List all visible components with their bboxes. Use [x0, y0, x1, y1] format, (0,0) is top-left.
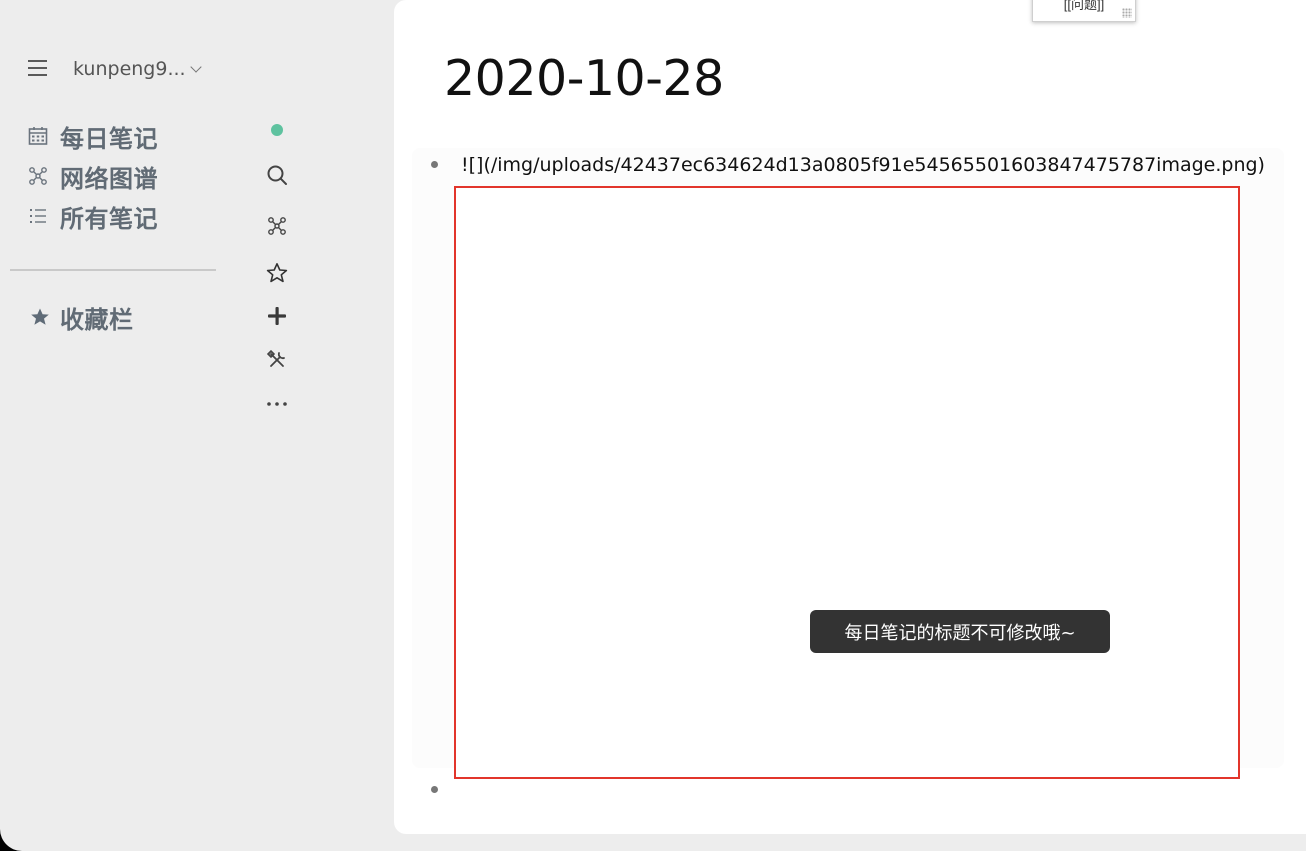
graph-icon — [268, 217, 286, 235]
sidebar-item-graph[interactable]: 网络图谱 — [26, 156, 158, 196]
graph-button[interactable] — [260, 209, 294, 243]
star-filled-icon — [28, 305, 52, 329]
sidebar-divider — [10, 269, 216, 271]
chevron-down-icon — [189, 61, 202, 73]
link-popup[interactable]: [[问题]] — [1032, 0, 1136, 22]
list-icon — [26, 204, 50, 228]
sidebar: kunpeng9... 每日笔记 网络图谱 所有笔记 收藏栏 — [0, 0, 230, 851]
editor-panel: [[问题]] 2020-10-28 ![](/img/uploads/42437… — [394, 0, 1306, 834]
sync-status-indicator[interactable] — [260, 113, 294, 147]
calendar-icon — [26, 124, 50, 148]
sidebar-item-label: 所有笔记 — [60, 204, 158, 233]
block-bullet[interactable] — [431, 161, 438, 168]
sidebar-item-favorites[interactable]: 收藏栏 — [28, 300, 134, 334]
star-outline-icon — [266, 262, 288, 283]
graph-icon — [26, 164, 50, 188]
tools-icon — [267, 350, 285, 367]
sidebar-item-all-notes[interactable]: 所有笔记 — [26, 196, 158, 236]
block-bullet[interactable] — [431, 786, 438, 793]
sidebar-item-daily-notes[interactable]: 每日笔记 — [26, 116, 158, 156]
image-placeholder[interactable] — [454, 186, 1240, 779]
more-icon — [267, 402, 287, 406]
tools-button[interactable] — [260, 343, 294, 377]
popup-text: [[问题]] — [1063, 0, 1105, 12]
app-window: kunpeng9... 每日笔记 网络图谱 所有笔记 收藏栏 [[问题]] 20… — [0, 0, 1306, 851]
search-button[interactable] — [260, 158, 294, 192]
favorites-label: 收藏栏 — [60, 305, 134, 334]
sync-status-dot — [271, 124, 283, 136]
sidebar-nav: 每日笔记 网络图谱 所有笔记 — [26, 116, 158, 236]
favorite-button[interactable] — [260, 256, 294, 290]
more-button[interactable] — [260, 387, 294, 421]
block-text[interactable]: ![](/img/uploads/42437ec634624d13a0805f9… — [461, 154, 1265, 176]
sidebar-item-label: 网络图谱 — [60, 164, 158, 193]
add-button[interactable] — [260, 299, 294, 333]
toast-message: 每日笔记的标题不可修改哦~ — [810, 610, 1110, 653]
user-switcher[interactable]: kunpeng9... — [73, 57, 202, 81]
sidebar-item-label: 每日笔记 — [60, 124, 158, 153]
search-icon — [267, 165, 287, 185]
user-name: kunpeng9... — [73, 58, 186, 80]
plus-icon — [268, 307, 286, 325]
menu-icon[interactable] — [26, 58, 50, 78]
resize-grip-icon[interactable] — [1122, 8, 1132, 18]
page-title[interactable]: 2020-10-28 — [444, 50, 724, 107]
